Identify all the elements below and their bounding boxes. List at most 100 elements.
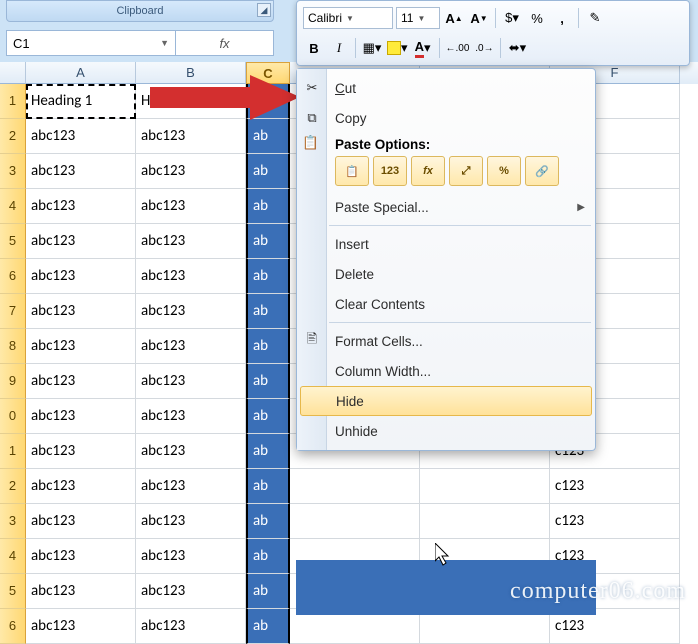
cell[interactable]: abc123	[136, 434, 246, 469]
cell[interactable]: Heading 1	[26, 84, 136, 119]
cell-selected[interactable]: He	[246, 84, 290, 119]
paste-option-link[interactable]: 🔗	[525, 156, 559, 186]
bold-button[interactable]: B	[303, 37, 325, 59]
cell[interactable]: abc123	[26, 434, 136, 469]
cell[interactable]: abc123	[136, 364, 246, 399]
cell-selected[interactable]: ab	[246, 119, 290, 154]
cell[interactable]	[290, 504, 420, 539]
comma-style-button[interactable]: ,	[551, 7, 573, 29]
menu-item-unhide[interactable]: Unhide	[297, 416, 595, 446]
row-header[interactable]: 3	[0, 504, 26, 539]
paste-option-formatting[interactable]: %	[487, 156, 521, 186]
cell[interactable]: abc123	[136, 574, 246, 609]
cell[interactable]: abc123	[26, 294, 136, 329]
paste-option-transpose[interactable]: ⤢	[449, 156, 483, 186]
grow-font-button[interactable]: A▲	[443, 7, 465, 29]
chevron-down-icon[interactable]: ▼	[160, 38, 169, 48]
font-color-button[interactable]: A▾	[412, 37, 434, 59]
cell[interactable]: abc123	[136, 469, 246, 504]
font-name-combo[interactable]: Calibri▼	[303, 7, 393, 29]
cell[interactable]: abc123	[136, 294, 246, 329]
dialog-launcher-icon[interactable]: ◢	[257, 3, 271, 17]
chevron-down-icon[interactable]: ▼	[417, 14, 425, 23]
name-box[interactable]: C1 ▼	[6, 30, 176, 56]
cell-selected[interactable]: ab	[246, 364, 290, 399]
fx-button[interactable]: fx	[176, 30, 274, 56]
cell-selected[interactable]: ab	[246, 399, 290, 434]
cell[interactable]: abc123	[26, 469, 136, 504]
row-header[interactable]: 3	[0, 154, 26, 189]
format-painter-button[interactable]: ✎	[584, 7, 606, 29]
menu-item-format-cells[interactable]: 🖹 Format Cells...	[297, 326, 595, 356]
row-header[interactable]: 1	[0, 434, 26, 469]
paste-option-values[interactable]: 123	[373, 156, 407, 186]
menu-item-delete[interactable]: Delete	[297, 259, 595, 289]
cell[interactable]: abc123	[26, 154, 136, 189]
menu-item-clear-contents[interactable]: Clear Contents	[297, 289, 595, 319]
select-all-corner[interactable]	[0, 62, 26, 84]
row-header[interactable]: 1	[0, 84, 26, 119]
shrink-font-button[interactable]: A▼	[468, 7, 490, 29]
menu-item-column-width[interactable]: Column Width...	[297, 356, 595, 386]
cell[interactable]: abc123	[26, 504, 136, 539]
menu-item-hide[interactable]: Hide	[300, 386, 592, 416]
row-header[interactable]: 0	[0, 399, 26, 434]
row-header[interactable]: 5	[0, 224, 26, 259]
cell-selected[interactable]: ab	[246, 329, 290, 364]
cell[interactable]: abc123	[26, 329, 136, 364]
paste-option-all[interactable]: 📋	[335, 156, 369, 186]
menu-item-paste-special[interactable]: Paste Special... ▶	[297, 192, 595, 222]
cell-selected[interactable]: ab	[246, 154, 290, 189]
cell[interactable]	[420, 504, 550, 539]
cell-selected[interactable]: ab	[246, 539, 290, 574]
cell[interactable]: abc123	[136, 189, 246, 224]
column-header-a[interactable]: A	[26, 62, 136, 84]
cell[interactable]: abc123	[136, 259, 246, 294]
cell[interactable]: abc123	[26, 224, 136, 259]
percent-button[interactable]: %	[526, 7, 548, 29]
cell[interactable]: abc123	[26, 119, 136, 154]
cell[interactable]: abc123	[26, 259, 136, 294]
row-header[interactable]: 9	[0, 364, 26, 399]
cell[interactable]: abc123	[136, 504, 246, 539]
decrease-decimal-button[interactable]: .0→	[473, 37, 495, 59]
cell[interactable]: abc123	[26, 189, 136, 224]
cell[interactable]: abc123	[26, 539, 136, 574]
row-header[interactable]: 6	[0, 259, 26, 294]
cell-selected[interactable]: ab	[246, 504, 290, 539]
row-header[interactable]: 4	[0, 539, 26, 574]
cell[interactable]: abc123	[136, 224, 246, 259]
cell[interactable]: abc123	[136, 539, 246, 574]
row-header[interactable]: 2	[0, 469, 26, 504]
row-header[interactable]: 7	[0, 294, 26, 329]
row-header[interactable]: 8	[0, 329, 26, 364]
paste-option-formulas[interactable]: fx	[411, 156, 445, 186]
column-header-c-selected[interactable]: C	[246, 62, 290, 84]
cell-selected[interactable]: ab	[246, 574, 290, 609]
cell-selected[interactable]: ab	[246, 189, 290, 224]
cell[interactable]: abc123	[26, 609, 136, 644]
cell-selected[interactable]: ab	[246, 224, 290, 259]
row-header[interactable]: 2	[0, 119, 26, 154]
cell[interactable]: abc123	[136, 329, 246, 364]
cell-selected[interactable]: ab	[246, 609, 290, 644]
row-header[interactable]: 4	[0, 189, 26, 224]
cell[interactable]: c123	[550, 469, 680, 504]
cell[interactable]: abc123	[26, 574, 136, 609]
font-size-combo[interactable]: 11▼	[396, 7, 440, 29]
cell[interactable]: abc123	[136, 154, 246, 189]
menu-item-insert[interactable]: Insert	[297, 229, 595, 259]
cell-selected[interactable]: ab	[246, 434, 290, 469]
fill-color-button[interactable]: ▾	[386, 37, 409, 59]
cell[interactable]	[290, 469, 420, 504]
cell[interactable]: abc123	[136, 119, 246, 154]
menu-item-cut[interactable]: ✂ Cut	[297, 73, 595, 103]
cell[interactable]: abc123	[136, 609, 246, 644]
cell[interactable]: abc123	[26, 399, 136, 434]
row-header[interactable]: 6	[0, 609, 26, 644]
cell-selected[interactable]: ab	[246, 294, 290, 329]
chevron-down-icon[interactable]: ▼	[346, 14, 354, 23]
merge-center-button[interactable]: ⬌▾	[506, 37, 528, 59]
cell[interactable]: Heading 2	[136, 84, 246, 119]
increase-decimal-button[interactable]: ←.00	[445, 37, 471, 59]
